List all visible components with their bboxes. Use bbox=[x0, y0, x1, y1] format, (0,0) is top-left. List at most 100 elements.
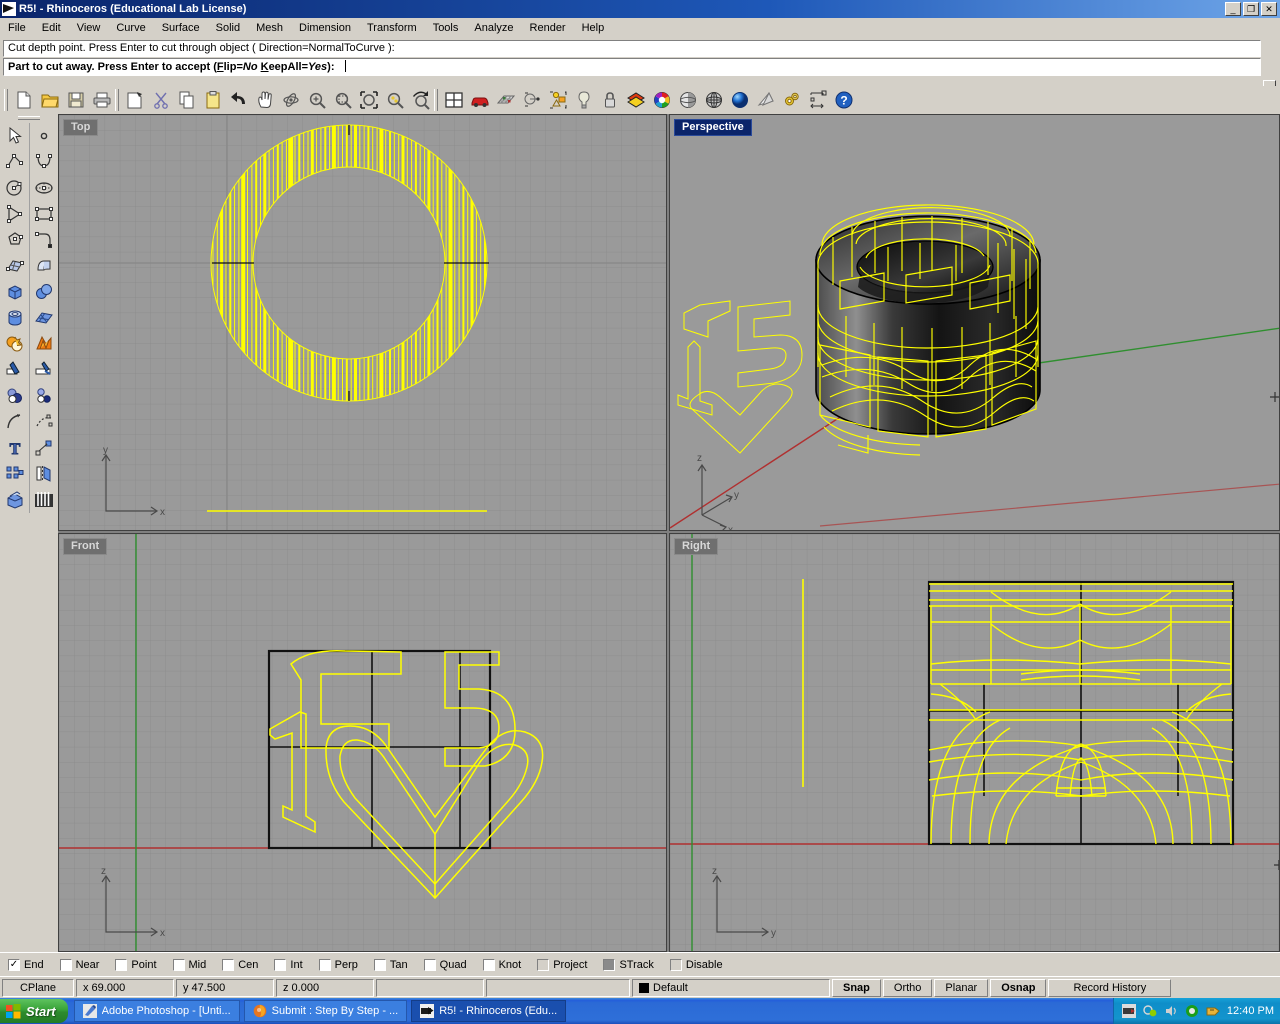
viewport-perspective-label[interactable]: Perspective bbox=[674, 119, 752, 136]
curve-control-points-icon[interactable] bbox=[29, 149, 58, 175]
scissors-icon[interactable] bbox=[148, 88, 174, 112]
viewport-top-label[interactable]: Top bbox=[63, 119, 98, 136]
taskbar-item-1[interactable]: Submit : Step By Step - ... bbox=[244, 1000, 408, 1022]
osnap-end[interactable]: ✓End bbox=[8, 959, 44, 971]
boolean-difference-icon[interactable] bbox=[29, 331, 58, 357]
status-toggle-planar[interactable]: Planar bbox=[934, 979, 988, 997]
control-points-on-icon[interactable] bbox=[29, 487, 58, 513]
shield-icon[interactable] bbox=[1185, 1004, 1200, 1019]
menu-surface[interactable]: Surface bbox=[154, 20, 208, 36]
status-toggle-snap[interactable]: Snap bbox=[832, 979, 881, 997]
update-icon[interactable] bbox=[1206, 1004, 1221, 1019]
shade-sphere-icon[interactable] bbox=[675, 88, 701, 112]
set-point-icon[interactable] bbox=[519, 88, 545, 112]
osnap-project[interactable]: Project bbox=[537, 959, 587, 971]
osnap-quad-checkbox[interactable] bbox=[424, 959, 436, 971]
new-file-icon[interactable] bbox=[11, 88, 37, 112]
four-view-icon[interactable] bbox=[441, 88, 467, 112]
taskbar-item-0[interactable]: Adobe Photoshop - [Unti... bbox=[74, 1000, 240, 1022]
cplane-pane[interactable]: CPlane bbox=[2, 979, 74, 997]
zoom-extents-icon[interactable] bbox=[356, 88, 382, 112]
osnap-strack[interactable]: STrack bbox=[603, 959, 653, 971]
offset-icon[interactable] bbox=[29, 383, 58, 409]
status-toggle-osnap[interactable]: Osnap bbox=[990, 979, 1046, 997]
pan-hand-icon[interactable] bbox=[252, 88, 278, 112]
osnap-int-checkbox[interactable] bbox=[274, 959, 286, 971]
osnap-cen-checkbox[interactable] bbox=[222, 959, 234, 971]
current-layer-pane[interactable]: Default bbox=[632, 979, 830, 997]
cap-solid-icon[interactable] bbox=[0, 487, 29, 513]
status-toggle-record-history[interactable]: Record History bbox=[1048, 979, 1171, 997]
menu-tools[interactable]: Tools bbox=[425, 20, 467, 36]
osnap-mid[interactable]: Mid bbox=[173, 959, 207, 971]
curve-tools-icon[interactable] bbox=[0, 409, 29, 435]
viewport-perspective[interactable]: z y x Perspective bbox=[669, 114, 1280, 531]
osnap-point[interactable]: Point bbox=[115, 959, 156, 971]
mesh-plane-icon[interactable] bbox=[29, 305, 58, 331]
start-button[interactable]: Start bbox=[0, 999, 68, 1023]
paste-icon[interactable] bbox=[200, 88, 226, 112]
menu-render[interactable]: Render bbox=[522, 20, 574, 36]
menu-curve[interactable]: Curve bbox=[108, 20, 153, 36]
osnap-disable[interactable]: Disable bbox=[670, 959, 723, 971]
ellipse-icon[interactable] bbox=[29, 175, 58, 201]
circle-icon[interactable] bbox=[0, 175, 29, 201]
rectangle-icon[interactable] bbox=[29, 201, 58, 227]
zoom-selected-icon[interactable] bbox=[382, 88, 408, 112]
osnap-knot[interactable]: Knot bbox=[483, 959, 522, 971]
status-toggle-ortho[interactable]: Ortho bbox=[883, 979, 933, 997]
color-wheel-icon[interactable] bbox=[649, 88, 675, 112]
osnap-disable-checkbox[interactable] bbox=[670, 959, 682, 971]
text-tool-icon[interactable]: T bbox=[0, 435, 29, 461]
viewport-right-label[interactable]: Right bbox=[674, 538, 718, 555]
menu-transform[interactable]: Transform bbox=[359, 20, 425, 36]
viewport-front[interactable]: z x Front bbox=[58, 533, 667, 952]
osnap-perp[interactable]: Perp bbox=[319, 959, 358, 971]
osnap-end-checkbox[interactable]: ✓ bbox=[8, 959, 20, 971]
osnap-tan[interactable]: Tan bbox=[374, 959, 408, 971]
dimension-icon[interactable] bbox=[805, 88, 831, 112]
osnap-project-checkbox[interactable] bbox=[537, 959, 549, 971]
restore-button[interactable]: ❐ bbox=[1243, 2, 1259, 16]
cut-copy-page-icon[interactable] bbox=[122, 88, 148, 112]
osnap-cen[interactable]: Cen bbox=[222, 959, 258, 971]
layers-icon[interactable] bbox=[623, 88, 649, 112]
toolbar-grip[interactable] bbox=[4, 89, 8, 111]
free-form-curve-icon[interactable] bbox=[29, 227, 58, 253]
flip-option-key[interactable]: F bbox=[217, 61, 224, 73]
point-object-icon[interactable] bbox=[29, 123, 58, 149]
zoom-previous-icon[interactable] bbox=[408, 88, 434, 112]
surface-from-points-icon[interactable] bbox=[0, 253, 29, 279]
grid-plane-icon[interactable] bbox=[493, 88, 519, 112]
mirror-icon[interactable] bbox=[29, 461, 58, 487]
rotate-view-icon[interactable] bbox=[278, 88, 304, 112]
box-solid-icon[interactable] bbox=[0, 279, 29, 305]
minimize-button[interactable]: _ bbox=[1225, 2, 1241, 16]
flat-shade-icon[interactable] bbox=[753, 88, 779, 112]
taskbar-item-2[interactable]: R5! - Rhinoceros (Edu... bbox=[411, 1000, 566, 1022]
osnap-strack-checkbox[interactable] bbox=[603, 959, 615, 971]
light-bulb-icon[interactable] bbox=[571, 88, 597, 112]
osnap-tan-checkbox[interactable] bbox=[374, 959, 386, 971]
menu-edit[interactable]: Edit bbox=[34, 20, 69, 36]
menu-dimension[interactable]: Dimension bbox=[291, 20, 359, 36]
menu-view[interactable]: View bbox=[69, 20, 109, 36]
volume-icon[interactable] bbox=[1164, 1004, 1179, 1019]
copy-icon[interactable] bbox=[174, 88, 200, 112]
osnap-point-checkbox[interactable] bbox=[115, 959, 127, 971]
print-icon[interactable] bbox=[89, 88, 115, 112]
menu-mesh[interactable]: Mesh bbox=[248, 20, 291, 36]
viewport-top[interactable]: y x Top bbox=[58, 114, 667, 531]
extrude-surface-icon[interactable] bbox=[29, 253, 58, 279]
network-icon[interactable] bbox=[1143, 1004, 1158, 1019]
menu-solid[interactable]: Solid bbox=[208, 20, 248, 36]
cylinder-solid-icon[interactable] bbox=[0, 305, 29, 331]
command-prompt-line[interactable]: Part to cut away. Press Enter to accept … bbox=[3, 58, 1261, 76]
osnap-quad[interactable]: Quad bbox=[424, 959, 467, 971]
select-arrow-icon[interactable] bbox=[0, 123, 29, 149]
osnap-mid-checkbox[interactable] bbox=[173, 959, 185, 971]
trim-icon[interactable] bbox=[0, 357, 29, 383]
help-icon[interactable]: ? bbox=[831, 88, 857, 112]
osnap-perp-checkbox[interactable] bbox=[319, 959, 331, 971]
keepall-option-key[interactable]: K bbox=[261, 61, 269, 73]
